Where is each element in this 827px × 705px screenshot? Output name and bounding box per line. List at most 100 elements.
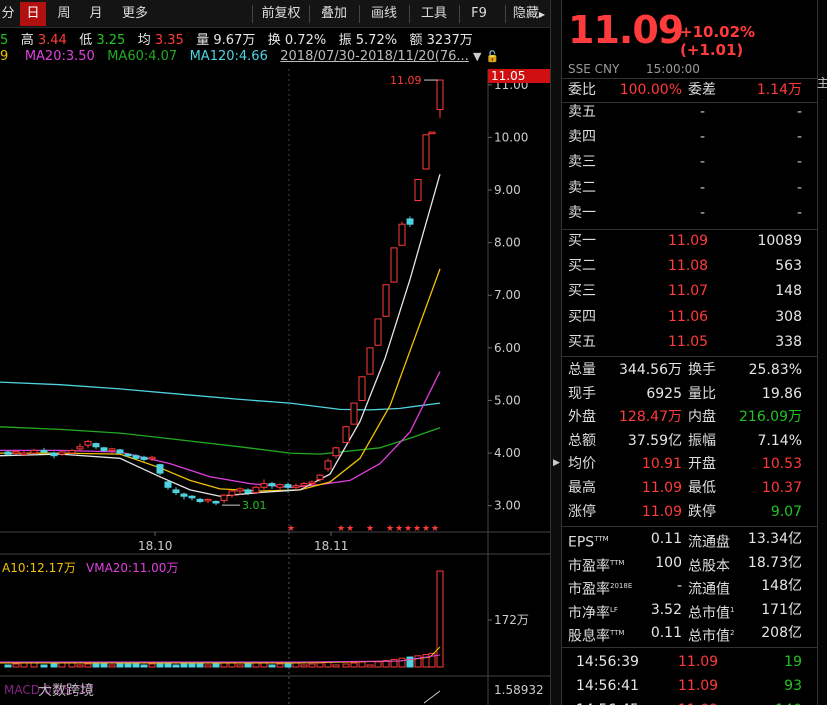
ma-legend: 9 MA20:3.50 MA60:4.07 MA120:4.66 2018/07… [0, 49, 550, 69]
ask-label: 卖三 [568, 154, 596, 171]
order-ratio-row: 委比 100.00% 委差 1.14万 [562, 78, 810, 102]
more-button[interactable]: 更多 [114, 2, 156, 26]
tick-time: 14:56:45 [576, 698, 639, 705]
volume-bar [252, 662, 260, 668]
stat-label: 涨停 [568, 503, 596, 520]
quote-prefix: 5 [0, 33, 9, 48]
ask-row[interactable]: 卖一 - - [562, 201, 810, 225]
ask-row[interactable]: 卖四 - - [562, 125, 810, 149]
tab-daily[interactable]: 日 [20, 2, 46, 26]
low-price-label: 3.01 [242, 499, 267, 512]
stat-label: 量比 [688, 385, 716, 402]
expand-arrow-icon[interactable]: ▶ [553, 458, 560, 468]
volume-bar [40, 664, 48, 668]
ask-label: 卖五 [568, 104, 596, 120]
adjust-forward-button[interactable]: 前复权 [256, 2, 306, 26]
bid-label: 买四 [568, 308, 596, 325]
candle-body [292, 485, 300, 488]
bid-row[interactable]: 买三 11.07 148 [562, 279, 810, 303]
candle-body [164, 481, 172, 488]
ask-volume: - [796, 204, 802, 221]
candle-body [172, 489, 180, 494]
side-strip: 主 [817, 0, 827, 705]
candle-body [276, 484, 284, 488]
candle-body [188, 495, 196, 499]
volume-bar [188, 662, 196, 668]
candle-body [204, 498, 212, 502]
toolbar-divider [505, 5, 506, 23]
tick-volume: 19 [784, 654, 802, 670]
lock-icon[interactable]: 🔓 [486, 50, 500, 63]
ma20-value: MA20:3.50 [24, 49, 95, 64]
candle-body [308, 481, 316, 485]
order-diff-value: 1.14万 [756, 82, 802, 98]
candle-body [12, 451, 20, 454]
stat-label: 跌停 [688, 503, 716, 520]
ask-label: 卖二 [568, 179, 596, 196]
kline-chart[interactable]: 11.0010.009.008.007.006.005.004.003.0011… [0, 69, 550, 705]
bid-label: 买三 [568, 283, 596, 300]
bid-row[interactable]: 买一 11.09 10089 [562, 229, 810, 253]
candle-body [50, 452, 58, 457]
overlay-button[interactable]: 叠加 [314, 2, 354, 26]
fundamental-value: - [676, 578, 682, 595]
ask-price: - [700, 179, 706, 196]
volume-bar [92, 662, 100, 668]
tab-weekly[interactable]: 周 [50, 2, 78, 26]
candle-body [4, 451, 12, 455]
bid-price: 11.05 [668, 333, 709, 350]
candle-body [108, 448, 116, 451]
high-value: 3.44 [37, 33, 67, 48]
stat-row: 总量 344.56万 换手 25.83% [562, 358, 810, 382]
candle-body [30, 449, 38, 454]
date-range[interactable]: 2018/07/30-2018/11/20(76... [280, 49, 469, 64]
ask-price: - [700, 129, 706, 146]
ask-row[interactable]: 卖二 - - [562, 176, 810, 200]
candle-body [244, 489, 252, 494]
candle-body [300, 483, 308, 487]
ask-row[interactable]: 卖三 - - [562, 150, 810, 174]
avg-label: 均 [137, 33, 151, 48]
bid-row[interactable]: 买五 11.05 338 [562, 330, 810, 354]
candle-body [116, 449, 124, 454]
stat-value: 25.83% [748, 362, 802, 378]
side-strip-label: 主 [817, 76, 827, 90]
bid-row[interactable]: 买四 11.06 308 [562, 305, 810, 329]
candle-body [260, 483, 268, 488]
tools-button[interactable]: 工具 [414, 2, 454, 26]
low-value: 3.25 [96, 33, 126, 48]
draw-line-button[interactable]: 画线 [364, 2, 404, 26]
high-price-label: 11.09 [390, 74, 422, 87]
candle-body [140, 456, 148, 460]
candle-body [180, 493, 188, 497]
amplitude-label: 振 [338, 33, 352, 48]
volume-bar [300, 664, 308, 668]
candle-body [100, 447, 108, 451]
volume-bar [50, 663, 58, 668]
dropdown-icon[interactable]: ▼ [473, 50, 481, 63]
stat-row: 最高 11.09 最低 10.37 [562, 476, 810, 500]
volume-bar [374, 661, 382, 668]
stat-row: 总额 37.59亿 振幅 7.14% [562, 429, 810, 453]
volume-bar [236, 664, 244, 668]
tab-monthly[interactable]: 月 [82, 2, 110, 26]
fundamental-value: 0.11 [650, 531, 682, 547]
hide-button[interactable]: 隐藏▶ [510, 2, 548, 26]
stat-value: 10.53 [761, 456, 802, 473]
volume-label: 量 [196, 33, 210, 48]
f9-button[interactable]: F9 [464, 2, 494, 26]
tab-fen[interactable]: 分 [0, 2, 16, 26]
ma10-value: 9 [0, 49, 9, 64]
stat-value: 7.14% [757, 432, 802, 449]
volume-bar [406, 656, 414, 668]
stat-value: 216.09万 [739, 409, 802, 426]
candle-body [220, 494, 228, 501]
fundamental-row: 市盈率TTM 100 总股本 18.73亿 [562, 551, 810, 575]
volume-ma20-label: VMA20:11.00万 [86, 561, 178, 575]
panel-divider [562, 356, 817, 357]
ask-row[interactable]: 卖五 - - [562, 100, 810, 124]
bid-row[interactable]: 买二 11.08 563 [562, 254, 810, 278]
hide-label: 隐藏 [512, 6, 539, 21]
panel-splitter[interactable]: ▶ [550, 0, 562, 705]
candle-body [148, 456, 156, 460]
